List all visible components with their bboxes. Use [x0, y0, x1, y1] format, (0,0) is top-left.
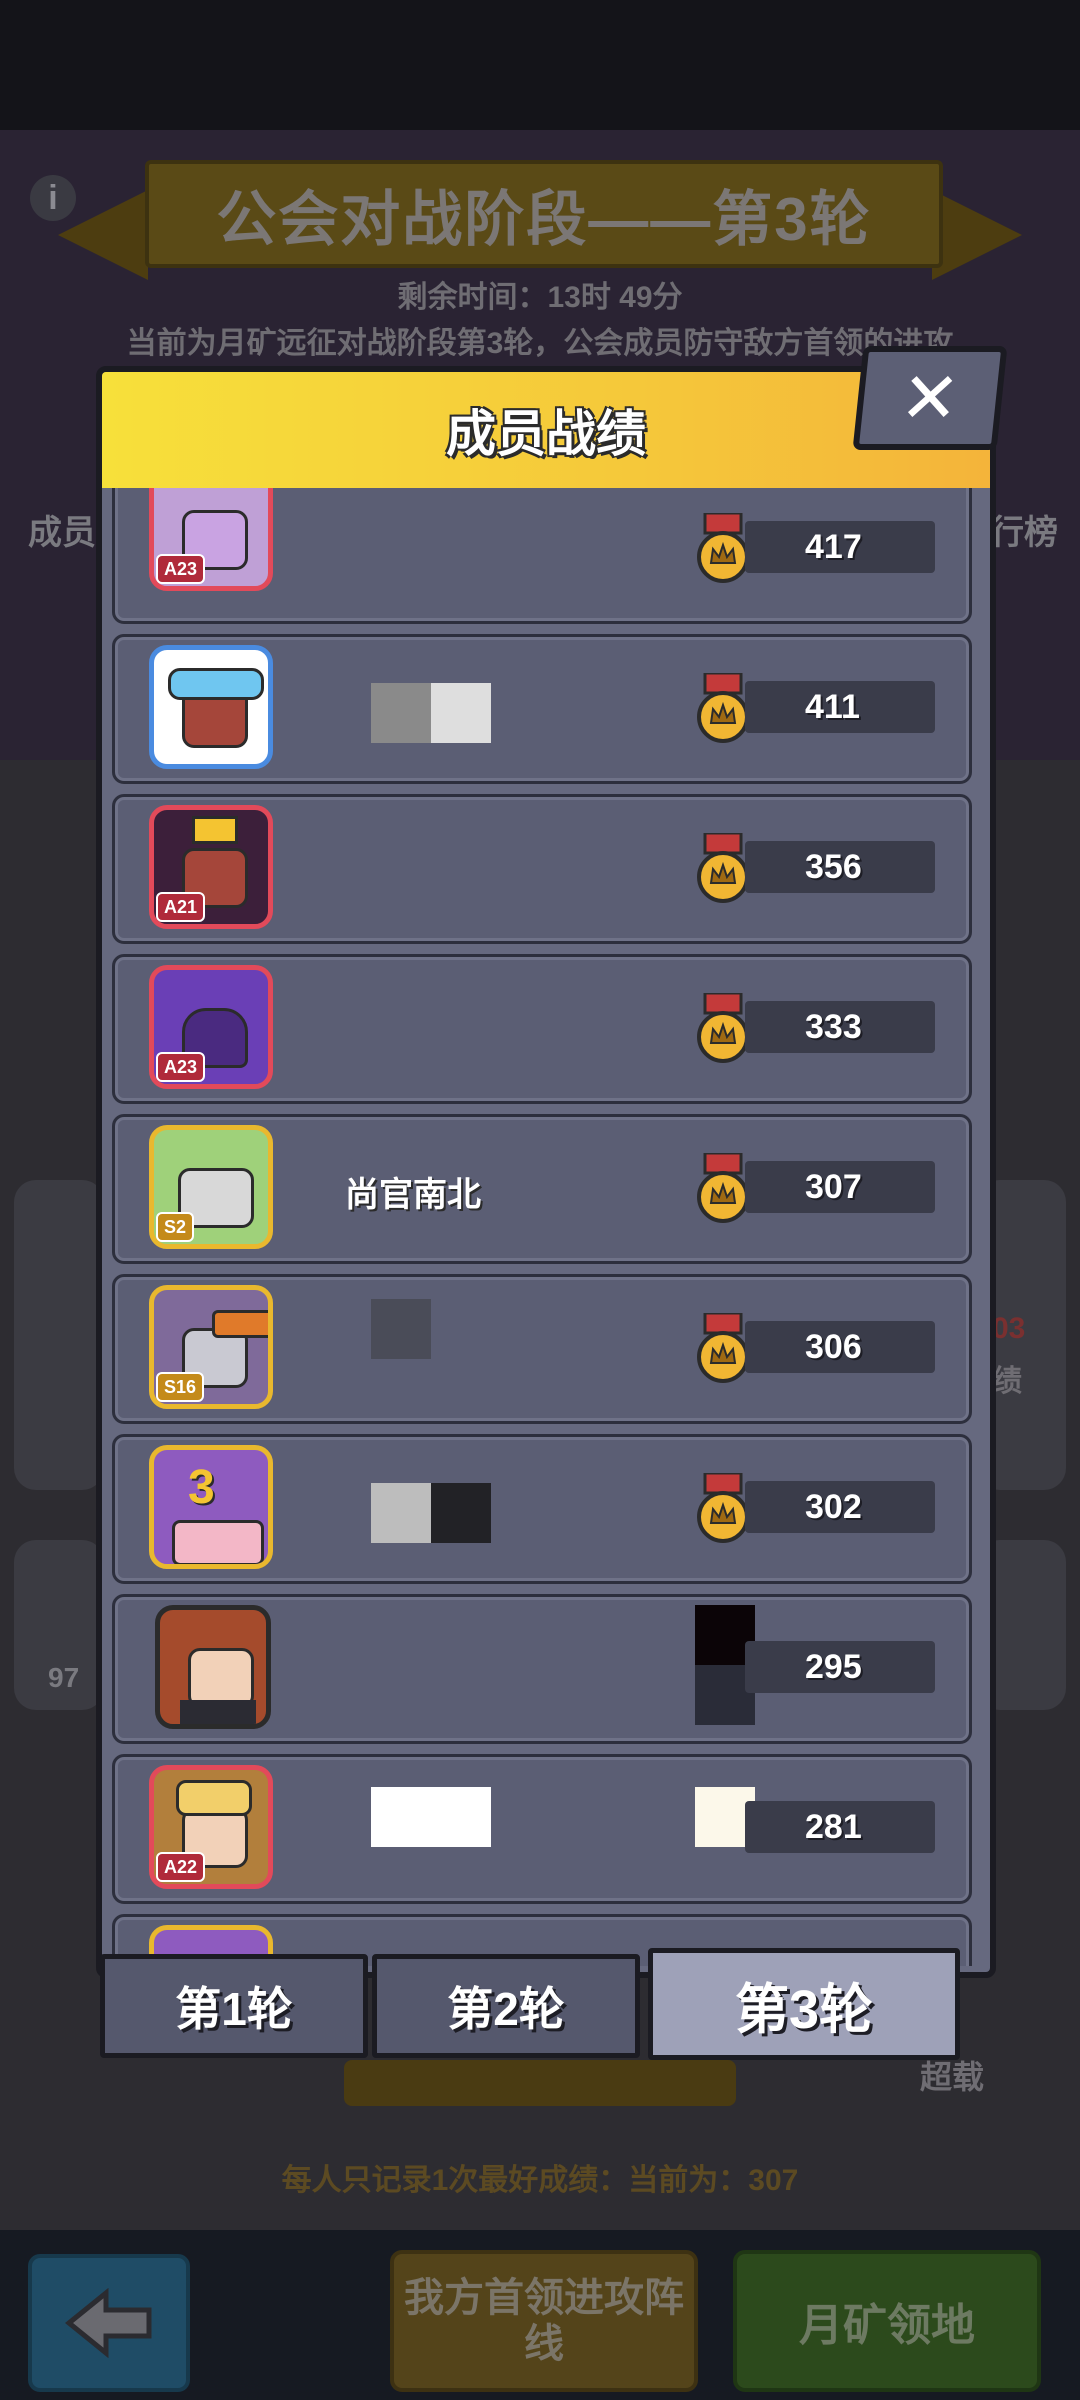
info-icon[interactable]: i [30, 175, 76, 221]
background-yellow-button [344, 2060, 736, 2106]
member-score: 281 [805, 1808, 862, 1846]
right-panel-label: 绩 [992, 1365, 1022, 1398]
medal-icon [697, 673, 749, 743]
member-list[interactable]: A23 417 411 A21 356 A23 333 S2 尚官南北 307 … [102, 488, 990, 1966]
tab-round-1[interactable]: 第1轮 [100, 1954, 368, 2058]
medal-icon [697, 1473, 749, 1543]
member-row: S2 尚官南北 307 [112, 1114, 972, 1264]
member-score: 307 [805, 1168, 862, 1206]
avatar-level-tag: A23 [156, 554, 206, 584]
member-row: A23 333 [112, 954, 972, 1104]
leader-attack-lineup-button[interactable]: 我方首领进攻阵线 [390, 2250, 698, 2392]
tab-round-2[interactable]: 第2轮 [372, 1954, 640, 2058]
remaining-time: 剩余时间：13时 49分 [397, 281, 683, 314]
medal-icon [697, 1153, 749, 1223]
medal-icon [697, 1313, 749, 1383]
right-panel-number: 03 [992, 1312, 1026, 1345]
member-score: 295 [805, 1648, 862, 1686]
avatar-level-tag: A23 [156, 1052, 206, 1082]
cat-avatar: S2 [149, 1125, 273, 1249]
member-score: 306 [805, 1328, 862, 1366]
member-name: 尚官南北 [345, 1176, 481, 1214]
member-row: 295 [112, 1594, 972, 1744]
moon-mine-territory-button[interactable]: 月矿领地 [733, 2250, 1041, 2392]
members-side-label: 成员 [28, 514, 96, 552]
member-score: 356 [805, 848, 862, 886]
close-button[interactable]: ✕ [852, 346, 1008, 450]
member-row: 3 302 [112, 1434, 972, 1584]
record-note: 每人只记录1次最好成绩：当前为：307 [281, 2164, 799, 2197]
goggles-pilot-avatar [149, 645, 273, 769]
avatar-level-tag: S16 [156, 1372, 205, 1402]
birthday-cake-avatar: 3 [149, 1445, 273, 1569]
censored-name-block [371, 683, 431, 743]
member-row: 411 [112, 634, 972, 784]
purple-knight-avatar: A23 [149, 965, 273, 1089]
cannon-robot-avatar: S16 [149, 1285, 273, 1409]
left-panel-number: 97 [48, 1662, 80, 1693]
left-side-panel [14, 1180, 104, 1490]
member-score: 302 [805, 1488, 862, 1526]
member-score: 333 [805, 1008, 862, 1046]
purple-ninja-avatar: A23 [149, 488, 273, 591]
member-row: A21 356 [112, 794, 972, 944]
censored-name-block [431, 683, 491, 743]
ranking-side-label: 行榜 [990, 514, 1058, 552]
stage-banner-title: 公会对战阶段——第3轮 [145, 160, 943, 268]
member-row: A23 417 [112, 488, 972, 624]
medal-icon [697, 833, 749, 903]
avatar-level-tag: A21 [156, 892, 206, 922]
banner-right-wing [932, 190, 1022, 280]
avatar-level-tag: A22 [156, 1852, 206, 1882]
member-row: A22 281 [112, 1754, 972, 1904]
member-row: S16 306 [112, 1274, 972, 1424]
censored-name-block [371, 1787, 491, 1847]
member-score: 417 [805, 528, 862, 566]
tab-round-3[interactable]: 第3轮 [648, 1948, 960, 2060]
modal-title: 成员战绩 [446, 406, 646, 462]
medal-icon [697, 513, 749, 583]
back-button[interactable] [28, 2254, 190, 2392]
member-results-modal: 成员战绩 A23 417 411 A21 356 A23 333 S2 尚官南北… [96, 366, 996, 1978]
crowned-pilot-avatar: A21 [149, 805, 273, 929]
member-score: 411 [805, 688, 860, 726]
censored-name-block [431, 1483, 491, 1543]
blonde-hero-avatar: A22 [149, 1765, 273, 1889]
back-arrow-icon [65, 2288, 152, 2358]
round-tabs: 第1轮 第2轮 第3轮 [100, 1948, 970, 2066]
censored-name-block [371, 1299, 431, 1359]
censored-name-block [371, 1483, 431, 1543]
redhead-girl-avatar [155, 1605, 271, 1729]
avatar-level-tag: S2 [156, 1212, 195, 1242]
medal-icon [697, 993, 749, 1063]
top-dark-bar [0, 0, 1080, 130]
